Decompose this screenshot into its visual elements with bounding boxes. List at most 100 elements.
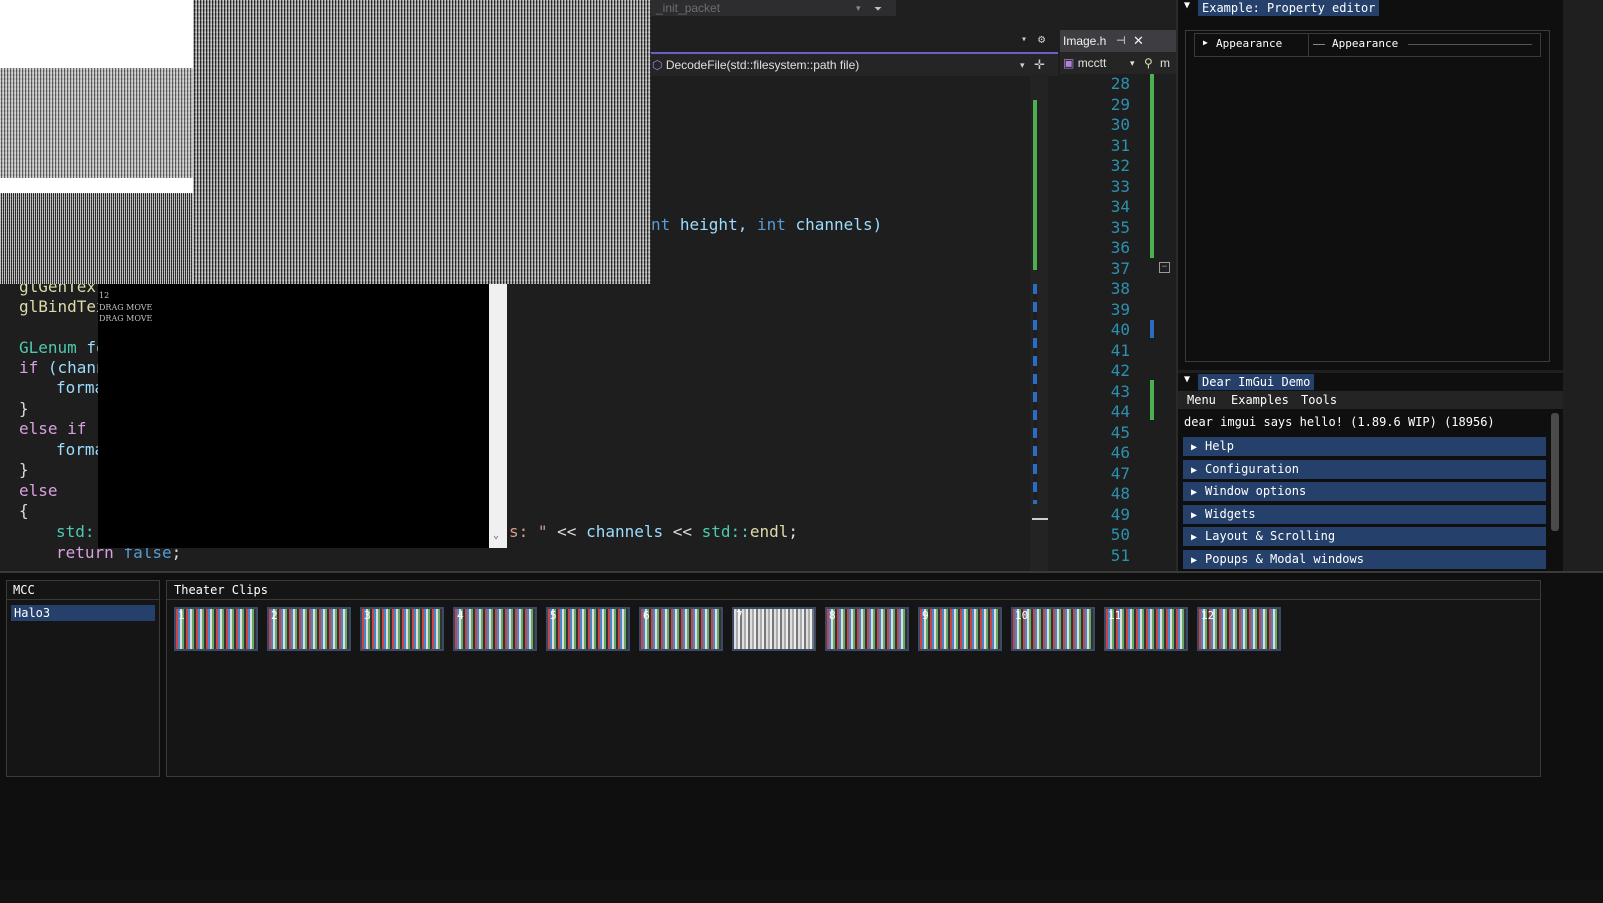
section-widgets[interactable]: ▶ Widgets	[1183, 504, 1546, 524]
decoded-texture-small	[0, 68, 193, 178]
member-dropdown-label: _init_packet	[656, 1, 721, 15]
clip-thumbnail[interactable]: 3	[360, 607, 444, 651]
menu-item-tools[interactable]: Tools	[1301, 391, 1337, 409]
console-line: DRAG MOVE	[99, 314, 153, 323]
split-view-icon[interactable]: ✛	[1034, 54, 1045, 76]
code-line-signature: nt height, int channels)	[651, 215, 883, 234]
tab-list-icon[interactable]: ▾	[1021, 34, 1027, 45]
code-line-elseif: else if (	[19, 419, 106, 438]
line-number: 34	[1110, 197, 1130, 216]
editor-scrollbar[interactable]	[1030, 74, 1048, 586]
mcc-panel: MCC Halo3	[6, 580, 160, 777]
line-number: 41	[1110, 340, 1130, 360]
console-scrollbar[interactable]: ⌄	[489, 284, 507, 548]
property-editor-titlebar[interactable]: ▼ Example: Property editor	[1178, 0, 1563, 16]
property-editor-title: Example: Property editor	[1198, 0, 1380, 16]
expand-arrow-icon: ▶	[1191, 509, 1198, 521]
demo-scrollbar[interactable]	[1551, 413, 1559, 531]
image-h-navbar[interactable]: ▣ mcctt ▾ ⚲ m	[1060, 52, 1178, 74]
member-icon: ⚲	[1144, 56, 1153, 70]
theater-clips-panel: Theater Clips 1 2 3 4 5 6 7 8 9 10 11 12	[166, 580, 1541, 777]
property-editor-window[interactable]: ▼ Example: Property editor ▶ Appearance …	[1178, 0, 1563, 370]
tree-arrow-icon[interactable]: ▶	[1203, 38, 1208, 47]
line-number: 42	[1110, 361, 1130, 380]
pin-icon[interactable]: ⊣	[1116, 30, 1126, 52]
image-h-member-label: m	[1160, 56, 1170, 70]
settings-gear-icon[interactable]: ⚙	[1038, 32, 1045, 46]
line-number: 46	[1110, 443, 1130, 462]
code-line-glenum: GLenum fo	[19, 338, 106, 357]
clip-thumbnail[interactable]: 5	[546, 607, 630, 651]
change-marker-blue	[1033, 284, 1037, 504]
scroll-position-marker	[1032, 518, 1048, 520]
line-number: 37	[1110, 258, 1130, 278]
member-dropdown[interactable]: _init_packet ▾	[650, 0, 896, 16]
code-line-else: else	[19, 481, 58, 500]
property-row[interactable]: ▶ Appearance Appearance	[1194, 33, 1541, 57]
clip-thumbnail[interactable]: 10	[1011, 607, 1095, 651]
demo-collapse-arrow-icon[interactable]: ▼	[1184, 374, 1190, 385]
imgui-demo-titlebar[interactable]: ▼ Dear ImGui Demo	[1178, 373, 1563, 391]
menu-item-examples[interactable]: Examples	[1231, 391, 1289, 409]
method-icon: ⬡	[652, 58, 663, 72]
clip-thumbnail[interactable]: 6	[639, 607, 723, 651]
clip-thumbnail[interactable]: 9	[918, 607, 1002, 651]
code-line-if: if (chann	[19, 358, 106, 377]
clip-thumbnail[interactable]: 2	[267, 607, 351, 651]
mcc-panel-title: MCC	[13, 583, 35, 597]
code-line-format1: forma	[56, 378, 105, 397]
tab-image-h[interactable]: Image.h ⊣ ✕	[1060, 30, 1178, 52]
property-tree-label: Appearance	[1216, 37, 1283, 50]
imgui-demo-window[interactable]: ▼ Dear ImGui Demo Menu Examples Tools de…	[1178, 373, 1563, 573]
close-icon[interactable]: ✕	[1133, 30, 1144, 52]
imgui-demo-title: Dear ImGui Demo	[1198, 374, 1315, 390]
line-number: 31	[1110, 135, 1130, 155]
menu-item-menu[interactable]: Menu	[1187, 391, 1216, 409]
change-bar-2	[1150, 380, 1154, 420]
line-number: 39	[1110, 299, 1130, 319]
line-number: 38	[1110, 279, 1130, 298]
collapse-arrow-icon[interactable]: ▼	[1184, 0, 1190, 11]
clip-thumbnail[interactable]: 1	[174, 607, 258, 651]
clip-thumbnail[interactable]: 7	[732, 607, 816, 651]
scroll-down-icon[interactable]: ⌄	[493, 530, 499, 541]
collapse-icon[interactable]: −	[1159, 262, 1170, 273]
section-popups-modal[interactable]: ▶ Popups & Modal windows	[1183, 549, 1546, 569]
section-window-options[interactable]: ▶ Window options	[1183, 482, 1546, 501]
decoded-texture-large	[193, 0, 651, 284]
line-number: 35	[1110, 217, 1130, 237]
console-output: 12 DRAG MOVE DRAG MOVE	[99, 290, 152, 325]
line-number: 28	[1110, 74, 1130, 93]
code-line-format2: forma	[56, 440, 105, 459]
horizontal-splitter[interactable]	[0, 571, 1603, 573]
divider	[167, 599, 1540, 600]
section-layout-scrolling[interactable]: ▶ Layout & Scrolling	[1183, 527, 1546, 546]
section-configuration[interactable]: ▶ Configuration	[1183, 459, 1546, 479]
overflow-menu-icon[interactable]: ⏷	[874, 4, 882, 15]
imgui-demo-sections: ▶ Help ▶ Configuration ▶ Window options ▶ Wi…	[1183, 437, 1546, 572]
change-marker	[1033, 100, 1037, 270]
status-strip	[0, 880, 1603, 903]
project-icon: ▣	[1063, 56, 1075, 70]
code-line-brace1: }	[19, 399, 29, 418]
separator-line	[1408, 44, 1532, 45]
function-navbar[interactable]: ⬡ DecodeFile(std::filesystem::path file)…	[650, 52, 1060, 76]
imgui-demo-menubar: Menu Examples Tools	[1178, 391, 1563, 409]
expand-arrow-icon: ▶	[1191, 532, 1198, 543]
clip-thumbnail[interactable]: 4	[453, 607, 537, 651]
clip-thumbnail[interactable]: 8	[825, 607, 909, 651]
mcc-item-halo3[interactable]: Halo3	[11, 605, 155, 621]
console-window[interactable]: ⌄ 12 DRAG MOVE DRAG MOVE	[98, 284, 507, 548]
function-navbar-label: DecodeFile(std::filesystem::path file)	[665, 58, 860, 72]
console-line: 12	[99, 291, 110, 300]
expand-arrow-icon: ▶	[1191, 554, 1198, 566]
line-number: 44	[1110, 402, 1130, 421]
scope-dropdown-arrow-icon: ▾	[1130, 58, 1135, 68]
clip-thumbnail[interactable]: 11	[1104, 607, 1188, 651]
line-number: 33	[1110, 176, 1130, 196]
clips-row: 1 2 3 4 5 6 7 8 9 10 11 12	[174, 607, 1294, 651]
dropdown-arrow-icon: ▾	[856, 3, 861, 13]
change-bar	[1150, 74, 1154, 258]
clip-thumbnail[interactable]: 12	[1197, 607, 1281, 651]
section-help[interactable]: ▶ Help	[1183, 437, 1546, 456]
